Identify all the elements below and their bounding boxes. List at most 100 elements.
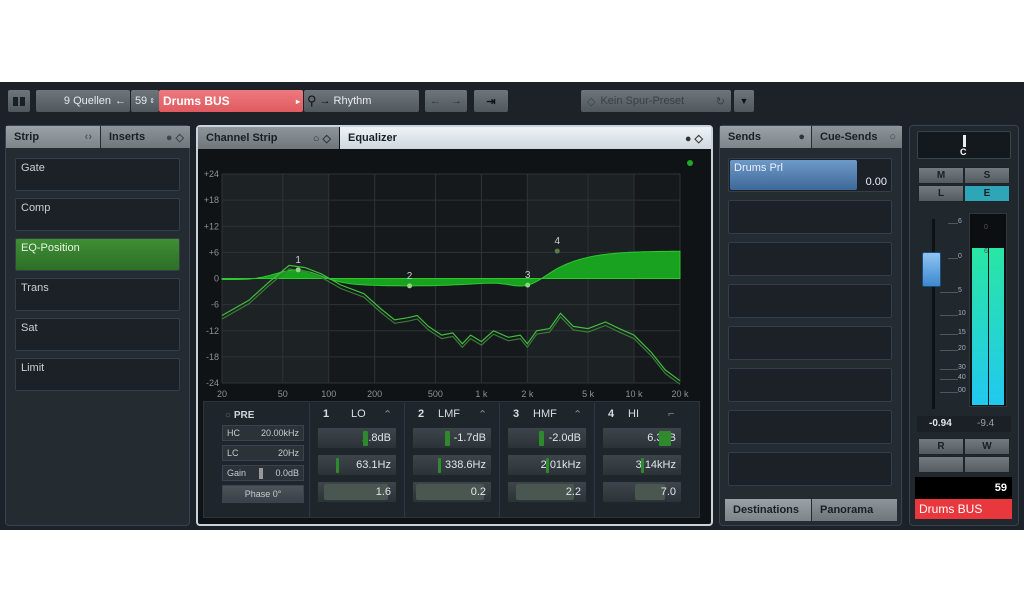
send-slot-5[interactable] xyxy=(728,326,892,360)
freq-knob[interactable] xyxy=(641,458,644,473)
send-slot-7[interactable] xyxy=(728,410,892,444)
peak-filter-icon[interactable]: ⌃ xyxy=(573,408,582,421)
band-3-freq[interactable]: 2.01kHz xyxy=(507,454,587,476)
x-tick-label: 20 k xyxy=(671,389,689,399)
band-4-q[interactable]: 7.0 xyxy=(602,481,682,503)
pre-label: PRE xyxy=(233,410,255,421)
peak-filter-icon[interactable]: ⌃ xyxy=(383,408,392,421)
freq-knob[interactable] xyxy=(336,458,339,473)
band-1-gain[interactable]: 2.8dB xyxy=(317,427,397,449)
band-4-gain[interactable]: 6.3dB xyxy=(602,427,682,449)
x-tick-label: 1 k xyxy=(475,389,488,399)
preset-dropdown-button[interactable]: ▼ xyxy=(734,90,754,112)
band-1-freq[interactable]: 63.1Hz xyxy=(317,454,397,476)
track-name-field[interactable]: Drums BUS ▸ xyxy=(159,90,303,112)
band-1-q[interactable]: 1.6 xyxy=(317,481,397,503)
channel-name[interactable]: Drums BUS xyxy=(915,499,1012,519)
strip-item-limit[interactable]: Limit xyxy=(15,358,180,391)
mute-button[interactable]: M xyxy=(918,167,964,184)
bypass-icon[interactable]: ● xyxy=(798,131,811,143)
shelf-filter-icon[interactable]: ⌐ xyxy=(668,408,674,420)
send-slot-3[interactable] xyxy=(728,242,892,276)
tab-strip[interactable]: Strip ‹› xyxy=(6,126,100,148)
pan-control[interactable]: C xyxy=(917,131,1011,159)
track-number[interactable]: 59 ⇕ xyxy=(131,90,159,112)
strip-item-gate[interactable]: Gate xyxy=(15,158,180,191)
low-cut-control[interactable]: LC 20Hz xyxy=(222,445,304,461)
expand-icon[interactable]: ‹› xyxy=(85,131,100,143)
preset-field[interactable]: ◇ Kein Spur-Preset ↻ xyxy=(581,90,731,112)
empty-button[interactable] xyxy=(964,456,1010,473)
gain-handle[interactable] xyxy=(258,467,263,479)
fader-scale-label: 10 xyxy=(958,310,966,317)
tab-panorama[interactable]: Panorama xyxy=(812,499,897,521)
strip-item-trans[interactable]: Trans xyxy=(15,278,180,311)
read-automation-button[interactable]: R xyxy=(918,438,964,455)
band-1-handle[interactable] xyxy=(295,267,301,273)
tab-destinations[interactable]: Destinations xyxy=(725,499,811,521)
phase-button[interactable]: Phase 0° xyxy=(222,485,304,503)
band-3-gain[interactable]: -2.0dB xyxy=(507,427,587,449)
bypass-icons[interactable]: ● ◇ xyxy=(166,131,190,144)
route-button[interactable]: ⇥ xyxy=(474,90,508,112)
band-3-q[interactable]: 2.2 xyxy=(507,481,587,503)
freq-knob[interactable] xyxy=(438,458,441,473)
tab-cue-sends[interactable]: Cue-Sends ○ xyxy=(812,126,902,148)
strip-item-sat[interactable]: Sat xyxy=(15,318,180,351)
band-2-gain[interactable]: -1.7dB xyxy=(412,427,492,449)
pre-toggle[interactable]: ○ PRE xyxy=(225,410,254,421)
solo-button[interactable]: S xyxy=(964,167,1010,184)
gain-control[interactable]: Gain 0.0dB xyxy=(222,465,304,481)
eq-curve-display[interactable]: 20 50 100 200 500 1 k2 k5 k 10 k 20 k+24+18+12+… xyxy=(198,150,710,400)
fader-tick xyxy=(940,369,958,370)
send-slot-1[interactable]: Drums Prl 0.00 xyxy=(728,158,892,192)
empty-button[interactable] xyxy=(918,456,964,473)
tab-inserts[interactable]: Inserts ● ◇ xyxy=(101,126,190,148)
fader-value[interactable]: -0.94 xyxy=(929,418,952,429)
volume-fader-handle[interactable] xyxy=(922,252,941,287)
peak-value[interactable]: -9.4 xyxy=(977,418,994,429)
sources-button[interactable]: 9 Quellen ← xyxy=(36,90,130,112)
band-1-header: 1 LO ⌃ xyxy=(323,408,392,421)
send-slot-2[interactable] xyxy=(728,200,892,234)
gain-knob[interactable] xyxy=(539,431,544,446)
freq-value: 338.6Hz xyxy=(445,459,486,471)
freq-knob[interactable] xyxy=(546,458,549,473)
band-3-handle[interactable] xyxy=(525,282,531,288)
band-2-handle[interactable] xyxy=(407,283,413,289)
listen-button[interactable]: L xyxy=(918,185,964,202)
tab-sends[interactable]: Sends ● xyxy=(720,126,811,148)
band-4-freq[interactable]: 3.14kHz xyxy=(602,454,682,476)
send-slot-6[interactable] xyxy=(728,368,892,402)
send-slot-4[interactable] xyxy=(728,284,892,318)
layout-toggle-button[interactable] xyxy=(8,90,30,112)
bypass-icons[interactable]: ○ ◇ xyxy=(313,132,339,145)
peak-filter-icon[interactable]: ⌃ xyxy=(478,408,487,421)
fader-tick xyxy=(940,392,958,393)
strip-item-comp[interactable]: Comp xyxy=(15,198,180,231)
send-slot-8[interactable] xyxy=(728,452,892,486)
redo-arrow-icon[interactable]: → xyxy=(451,95,462,107)
band-2-freq[interactable]: 338.6Hz xyxy=(412,454,492,476)
strip-item-eq-position[interactable]: EQ-Position xyxy=(15,238,180,271)
history-buttons[interactable]: ← → xyxy=(425,90,467,112)
high-cut-control[interactable]: HC 20.00kHz xyxy=(222,425,304,441)
send-name: Drums Prl xyxy=(734,162,783,174)
band-4-handle[interactable] xyxy=(554,248,560,254)
gain-knob[interactable] xyxy=(363,431,369,446)
band-2-q[interactable]: 0.2 xyxy=(412,481,492,503)
undo-arrow-icon[interactable]: ← xyxy=(430,95,441,107)
reset-icon[interactable]: ↻ xyxy=(716,95,725,108)
sends-panel: Sends ● Cue-Sends ○ Drums Prl 0.00 Destina… xyxy=(719,125,902,526)
output-routing-button[interactable]: ⚲ → Rhythm xyxy=(304,90,419,112)
fader-scale-label: 40 xyxy=(958,374,966,381)
track-number: 59 xyxy=(994,482,1007,494)
gain-knob[interactable] xyxy=(658,431,671,446)
write-automation-button[interactable]: W xyxy=(964,438,1010,455)
edit-button[interactable]: E xyxy=(964,185,1010,202)
gain-knob[interactable] xyxy=(444,431,450,446)
tab-channel-strip[interactable]: Channel Strip ○ ◇ xyxy=(198,127,339,149)
bypass-icons[interactable]: ● ◇ xyxy=(685,132,711,145)
tab-equalizer[interactable]: Equalizer ● ◇ xyxy=(340,127,711,149)
bypass-icon[interactable]: ○ xyxy=(889,131,902,143)
